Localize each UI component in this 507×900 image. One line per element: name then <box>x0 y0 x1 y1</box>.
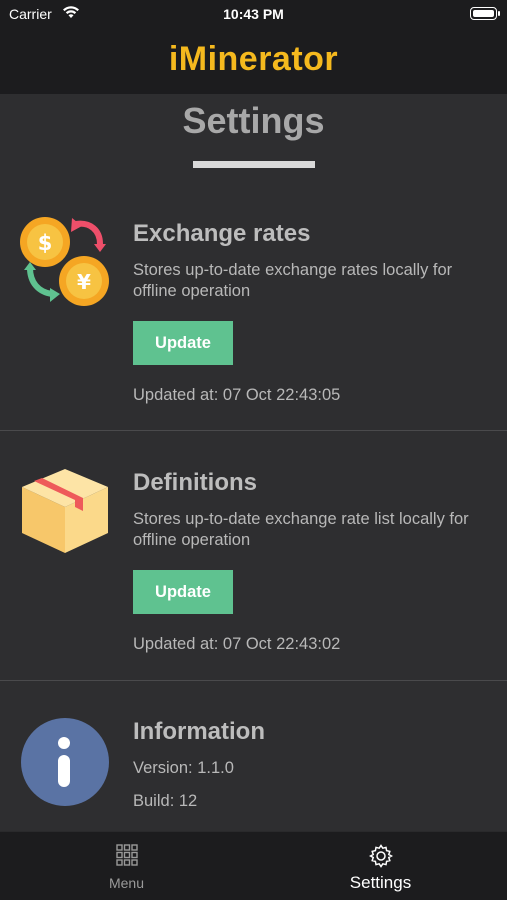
title-underline <box>193 161 315 168</box>
section-title: Exchange rates <box>133 220 311 247</box>
definitions-section: Definitions Stores up-to-date exchange r… <box>0 431 507 681</box>
status-bar: Carrier 10:43 PM <box>0 0 507 28</box>
update-exchange-rates-button[interactable]: Update <box>133 321 233 365</box>
section-title: Definitions <box>133 469 257 496</box>
battery-icon <box>470 7 500 20</box>
exchange-rates-section: $ ¥ Exchange rates Stores up-to-date exc… <box>0 180 507 431</box>
tab-label: Settings <box>349 873 412 892</box>
app-title: iMinerator <box>168 40 339 78</box>
section-description: Stores up-to-date exchange rate list loc… <box>133 510 469 549</box>
updated-at-label: Updated at: 07 Oct 22:43:05 <box>133 386 341 404</box>
svg-text:$: $ <box>38 231 53 255</box>
version-label: Version: 1.1.0 <box>133 759 234 777</box>
tab-settings[interactable]: Settings <box>254 832 507 900</box>
tab-bar: Menu Settings <box>0 831 507 900</box>
tab-label: Menu <box>108 875 145 891</box>
page-title: Settings <box>182 100 325 141</box>
update-definitions-button[interactable]: Update <box>133 570 233 614</box>
tab-menu[interactable]: Menu <box>0 832 253 900</box>
currency-exchange-icon: $ ¥ <box>18 216 112 315</box>
gear-icon <box>368 844 393 873</box>
information-section: Information Version: 1.1.0 Build: 12 <box>0 681 507 831</box>
section-title: Information <box>133 718 265 745</box>
section-description: Stores up-to-date exchange rates locally… <box>133 261 453 300</box>
grid-icon <box>115 844 138 871</box>
svg-text:¥: ¥ <box>77 270 91 294</box>
box-icon <box>20 467 110 562</box>
app-header: iMinerator <box>0 28 507 94</box>
info-icon <box>20 717 110 812</box>
status-time: 10:43 PM <box>223 6 284 22</box>
updated-at-label: Updated at: 07 Oct 22:43:02 <box>133 635 341 653</box>
build-label: Build: 12 <box>133 792 198 810</box>
